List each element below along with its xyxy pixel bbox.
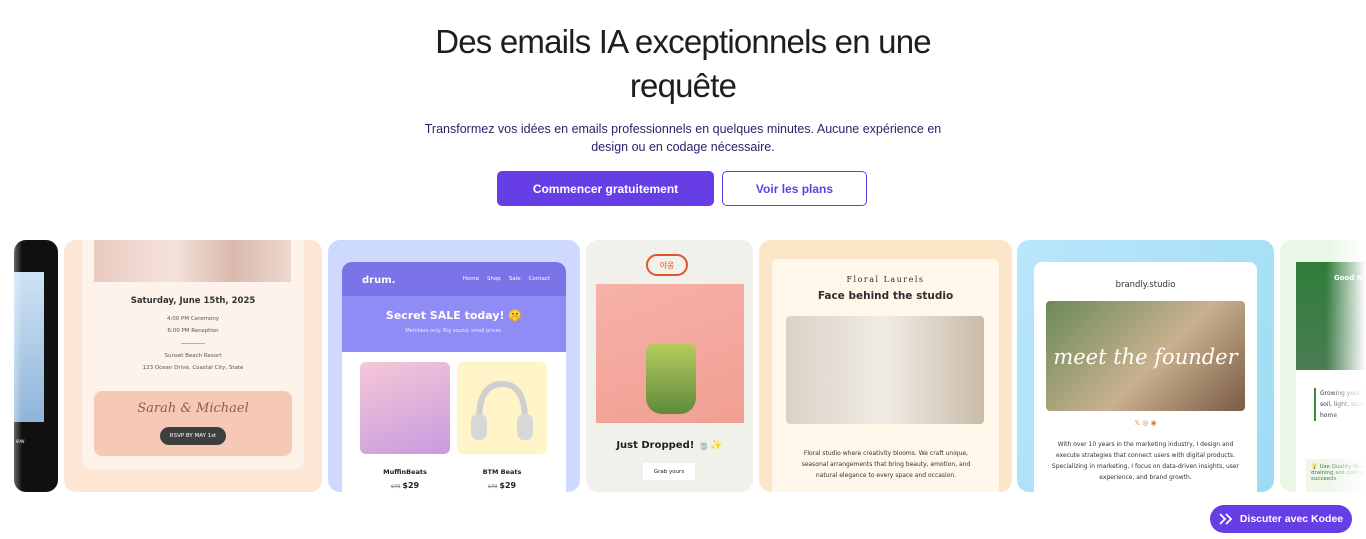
meet-founder-overlay: meet the founder: [1053, 345, 1238, 369]
garden-body: Growing your right soil, light, space at…: [1314, 388, 1366, 421]
floral-body: Floral studio where creativity blooms. W…: [801, 450, 971, 479]
garden-title: Good N: [1334, 274, 1363, 282]
reception-time: 6:00 PM Reception: [167, 328, 219, 334]
drum-sale-headline: Secret SALE today! 🤫: [385, 309, 523, 322]
kodee-icon: [1219, 513, 1233, 525]
drum-nav-sale: Sale: [508, 276, 521, 282]
drum-nav: Home Shop Sale Contact: [463, 276, 550, 282]
cat-stamp: 야옹: [646, 254, 688, 276]
template-card-wedding[interactable]: Saturday, June 15th, 2025 4:00 PM Ceremo…: [64, 240, 322, 492]
floral-brand: Floral Laurels: [846, 275, 925, 284]
chat-kodee-button[interactable]: Discuter avec Kodee: [1210, 505, 1352, 533]
drum-nav-home: Home: [462, 276, 479, 282]
see-plans-button[interactable]: Voir les plans: [722, 171, 867, 206]
social-icons: 𝕏 ◎ ◉: [1134, 419, 1157, 427]
drum-email: drum. Home Shop Sale Contact Secret SALE…: [342, 262, 566, 492]
venue-name: Sunset Beach Resort: [164, 353, 222, 359]
garden-email: Good N Growing your right soil, light, s…: [1296, 262, 1366, 492]
hero-subtitle: Transformez vos idées en emails professi…: [424, 122, 942, 154]
template-card-device[interactable]: ew: [14, 240, 58, 492]
product-name-1: MuffinBeats: [383, 468, 427, 476]
studio-photo: [786, 316, 984, 424]
old-price-1: $79: [390, 484, 401, 490]
flowers-image: [94, 240, 291, 282]
drum-sale-sub: Members only. Big sound, small prices.: [405, 328, 503, 334]
old-price-2: $79: [487, 484, 498, 490]
device-label: ew: [16, 438, 25, 445]
product-image-headphones-model: [360, 362, 450, 454]
brandly-body: With over 10 years in the marketing indu…: [1051, 441, 1240, 481]
headphones-icon: [471, 380, 533, 440]
product-image-headphones: [457, 362, 547, 454]
wedding-date: Saturday, June 15th, 2025: [130, 296, 256, 306]
couple-names: Sarah & Michael: [137, 401, 249, 416]
drum-logo: drum.: [362, 275, 396, 286]
product-price-2: $79 $29: [457, 481, 547, 490]
product-price-1: $79 $29: [360, 481, 450, 490]
grab-yours-button: Grab yours: [643, 463, 695, 480]
template-card-floral[interactable]: Floral Laurels Face behind the studio Fl…: [759, 240, 1012, 492]
matcha-headline: Just Dropped! 🍵✨: [616, 440, 723, 451]
new-price-1: $29: [402, 481, 420, 490]
ceremony-time: 4:00 PM Ceremony: [166, 316, 220, 322]
template-card-garden[interactable]: Good N Growing your right soil, light, s…: [1280, 240, 1366, 492]
template-card-brandly[interactable]: brandly.studio meet the founder 𝕏 ◎ ◉ Wi…: [1017, 240, 1274, 492]
hero-title: Des emails IA exceptionnels en une requê…: [435, 23, 931, 104]
brandly-brand: brandly.studio: [1115, 280, 1176, 290]
hero-section: Des emails IA exceptionnels en une requê…: [0, 0, 1366, 156]
template-card-matcha[interactable]: 야옹 Just Dropped! 🍵✨ Grab yours: [586, 240, 753, 492]
drum-nav-contact: Contact: [528, 276, 550, 282]
brandly-email: brandly.studio meet the founder 𝕏 ◎ ◉ Wi…: [1034, 262, 1257, 492]
product-name-2: BTM Beats: [482, 468, 522, 476]
chat-kodee-label: Discuter avec Kodee: [1239, 513, 1344, 525]
matcha-photo: [596, 284, 744, 423]
names-box: Sarah & Michael RSVP BY MAY 1st: [94, 391, 292, 456]
template-card-drum[interactable]: drum. Home Shop Sale Contact Secret SALE…: [328, 240, 580, 492]
garden-tip: 💡 Use Quality Well-draining soil contain…: [1306, 459, 1366, 492]
new-price-2: $29: [499, 481, 517, 490]
founder-photo: meet the founder: [1046, 301, 1245, 411]
floral-title: Face behind the studio: [817, 290, 954, 302]
rsvp-button: RSVP BY MAY 1st: [160, 427, 226, 445]
floral-email: Floral Laurels Face behind the studio Fl…: [772, 259, 999, 492]
device-screen-image: [14, 272, 44, 422]
drum-sale-banner: Secret SALE today! 🤫 Members only. Big s…: [342, 296, 566, 352]
garden-photo: Good N: [1296, 262, 1366, 370]
drum-nav-shop: Shop: [486, 276, 501, 282]
venue-address: 123 Ocean Drive, Coastal City, State: [142, 365, 244, 371]
template-carousel[interactable]: ew Saturday, June 15th, 2025 4:00 PM Cer…: [0, 240, 1366, 493]
matcha-glass: [646, 344, 696, 414]
drum-header: drum. Home Shop Sale Contact: [342, 262, 566, 296]
wedding-email: Saturday, June 15th, 2025 4:00 PM Ceremo…: [82, 240, 304, 469]
divider: [181, 343, 205, 344]
start-free-button[interactable]: Commencer gratuitement: [497, 171, 714, 206]
